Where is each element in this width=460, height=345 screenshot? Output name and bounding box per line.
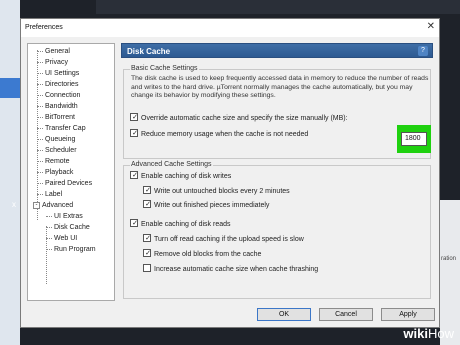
advanced-cache-label: Advanced Cache Settings (130, 161, 213, 168)
increase-auto-label: Increase automatic cache size when cache… (154, 266, 319, 273)
write-finished-checkbox[interactable]: Write out finished pieces immediately (143, 200, 270, 211)
increase-cache-size-checkbox[interactable]: Increase automatic cache size when cache… (143, 264, 319, 275)
advanced-cache-group: Advanced Cache Settings Enable caching o… (123, 161, 431, 299)
apply-button[interactable]: Apply (381, 308, 435, 321)
tree-item-scheduler[interactable]: Scheduler (37, 145, 77, 156)
tree-item-remote[interactable]: Remote (37, 156, 70, 167)
checkbox-write-finished[interactable] (143, 200, 152, 209)
tree-item-general[interactable]: General (37, 46, 70, 57)
write-untouched-checkbox[interactable]: Write out untouched blocks every 2 minut… (143, 186, 290, 197)
dialog-titlebar: Preferences ✕ (21, 19, 439, 37)
preferences-tree: General Privacy UI Settings Directories … (27, 43, 115, 301)
checkbox-override[interactable] (130, 113, 139, 122)
background-panel (440, 200, 460, 345)
cancel-button[interactable]: Cancel (319, 308, 373, 321)
panel-header: Disk Cache ? (121, 43, 433, 58)
background-text: ration (441, 256, 457, 262)
tree-item-run-program[interactable]: Run Program (46, 244, 96, 255)
checkbox-turn-off-read[interactable] (143, 234, 152, 243)
tree-item-ui-extras[interactable]: UI Extras (46, 211, 83, 222)
checkbox-remove-old[interactable] (143, 249, 152, 258)
checkbox-enable-reads[interactable] (130, 219, 139, 228)
tree-item-privacy[interactable]: Privacy (37, 57, 68, 68)
enable-writes-label: Enable caching of disk writes (141, 173, 232, 180)
tree-item-advanced[interactable]: - Advanced (33, 200, 73, 211)
cache-size-input[interactable]: 1800 (401, 132, 427, 146)
wikihow-watermark: wikiHow (403, 326, 454, 341)
reduce-memory-checkbox[interactable]: Reduce memory usage when the cache is no… (130, 129, 309, 140)
disk-cache-panel: Disk Cache ? Basic Cache Settings The di… (121, 43, 433, 301)
tree-item-queueing[interactable]: Queueing (37, 134, 75, 145)
turn-off-read-caching-checkbox[interactable]: Turn off read caching if the upload spee… (143, 234, 304, 245)
background-titlebar (96, 0, 460, 14)
ok-button[interactable]: OK (257, 308, 311, 321)
reduce-memory-label: Reduce memory usage when the cache is no… (141, 131, 309, 138)
tree-item-bandwidth[interactable]: Bandwidth (37, 101, 78, 112)
tree-item-paired-devices[interactable]: Paired Devices (37, 178, 92, 189)
watermark-how: How (427, 326, 454, 341)
preferences-dialog: Preferences ✕ General Privacy UI Setting… (20, 18, 440, 328)
checkbox-reduce[interactable] (130, 129, 139, 138)
basic-cache-label: Basic Cache Settings (130, 65, 199, 72)
basic-cache-description: The disk cache is used to keep frequentl… (131, 75, 429, 100)
tree-item-ui-settings[interactable]: UI Settings (37, 68, 79, 79)
collapse-icon[interactable]: - (33, 201, 40, 209)
override-cache-size-label: Override automatic cache size and specif… (141, 115, 348, 122)
override-cache-size-checkbox[interactable]: Override automatic cache size and specif… (130, 113, 348, 124)
tree-item-web-ui[interactable]: Web UI (46, 233, 77, 244)
remove-old-label: Remove old blocks from the cache (154, 251, 262, 258)
panel-title: Disk Cache (127, 47, 171, 56)
turn-off-read-label: Turn off read caching if the upload spee… (154, 236, 304, 243)
tree-item-playback[interactable]: Playback (37, 167, 73, 178)
enable-reads-label: Enable caching of disk reads (141, 221, 231, 228)
help-icon[interactable]: ? (418, 46, 428, 56)
write-finished-label: Write out finished pieces immediately (154, 202, 270, 209)
checkbox-enable-writes[interactable] (130, 171, 139, 180)
remove-old-blocks-checkbox[interactable]: Remove old blocks from the cache (143, 249, 262, 260)
watermark-wiki: wiki (403, 326, 428, 341)
enable-disk-reads-checkbox[interactable]: Enable caching of disk reads (130, 219, 231, 230)
dialog-title: Preferences (25, 24, 63, 31)
tree-item-disk-cache[interactable]: Disk Cache (46, 222, 90, 233)
background-close-icon: x (12, 200, 16, 209)
tree-item-bittorrent[interactable]: BitTorrent (37, 112, 75, 123)
checkbox-write-untouched[interactable] (143, 186, 152, 195)
background-selection (0, 78, 20, 98)
enable-disk-writes-checkbox[interactable]: Enable caching of disk writes (130, 171, 232, 182)
tree-item-transfer-cap[interactable]: Transfer Cap (37, 123, 86, 134)
tree-item-label[interactable]: Label (37, 189, 62, 200)
checkbox-increase-auto[interactable] (143, 264, 151, 273)
write-untouched-label: Write out untouched blocks every 2 minut… (154, 188, 290, 195)
tree-item-connection[interactable]: Connection (37, 90, 80, 101)
tree-item-directories[interactable]: Directories (37, 79, 78, 90)
close-icon[interactable]: ✕ (427, 21, 435, 32)
basic-cache-group: Basic Cache Settings The disk cache is u… (123, 65, 431, 159)
highlight-box: 1800 (397, 125, 431, 153)
background-window (0, 0, 20, 345)
